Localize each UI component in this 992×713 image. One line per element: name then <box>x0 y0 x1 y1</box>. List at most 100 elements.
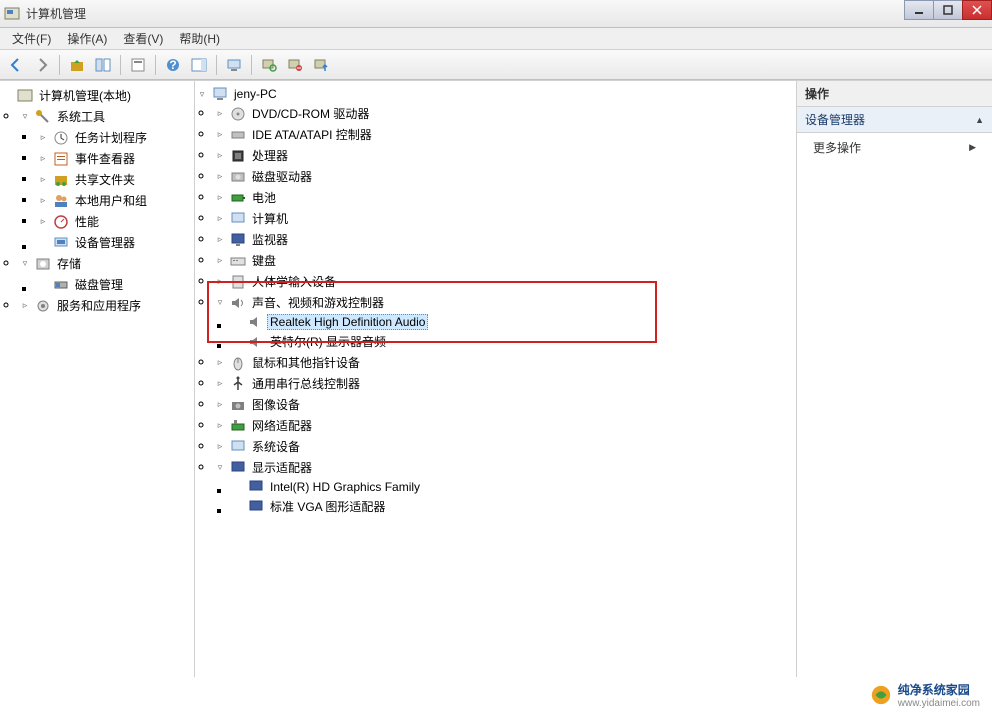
show-hide-action-button[interactable] <box>187 53 211 77</box>
scan-hardware-button[interactable] <box>257 53 281 77</box>
clock-icon <box>53 130 69 146</box>
imaging-node[interactable]: ▹图像设备 <box>213 394 796 415</box>
event-icon <box>53 151 69 167</box>
computer-icon <box>230 211 246 227</box>
services-apps-node[interactable]: ▹ 服务和应用程序 <box>18 295 194 316</box>
toolbar-separator <box>251 55 252 75</box>
services-icon <box>35 298 51 314</box>
chevron-right-icon: ▶ <box>969 142 976 153</box>
dvd-node[interactable]: ▹DVD/CD-ROM 驱动器 <box>213 103 796 124</box>
display-node[interactable]: ▿显示适配器 <box>213 457 796 478</box>
close-button[interactable] <box>962 0 992 20</box>
mouse-node[interactable]: ▹鼠标和其他指针设备 <box>213 352 796 373</box>
menubar: 文件(F) 操作(A) 查看(V) 帮助(H) <box>0 28 992 50</box>
realtek-audio-node[interactable]: Realtek High Definition Audio <box>231 313 796 331</box>
toolbar-separator <box>155 55 156 75</box>
event-viewer-node[interactable]: ▹事件查看器 <box>36 148 194 169</box>
expander-icon[interactable]: ▹ <box>213 440 227 454</box>
help-button[interactable]: ? <box>161 53 185 77</box>
expander-icon[interactable]: ▹ <box>36 173 50 187</box>
keyboard-node[interactable]: ▹ 键盘 <box>213 250 796 271</box>
update-driver-button[interactable] <box>309 53 333 77</box>
device-manager-node[interactable]: 设备管理器 <box>36 232 194 253</box>
tree-label: 声音、视频和游戏控制器 <box>249 293 387 312</box>
left-panel[interactable]: 计算机管理(本地) ▿ 系统工具 ▹任务计划程序 ▹事件查看器 ▹共享文件夹 <box>0 81 195 677</box>
tree-label: 网络适配器 <box>249 416 315 435</box>
expander-icon[interactable]: ▹ <box>213 356 227 370</box>
up-folder-button[interactable] <box>65 53 89 77</box>
computer-cat-node[interactable]: ▹计算机 <box>213 208 796 229</box>
expander-icon[interactable]: ▹ <box>36 215 50 229</box>
minimize-button[interactable] <box>904 0 934 20</box>
intel-audio-node[interactable]: 英特尔(R) 显示器音频 <box>231 331 796 352</box>
performance-node[interactable]: ▹性能 <box>36 211 194 232</box>
menu-help[interactable]: 帮助(H) <box>171 28 228 49</box>
expander-icon[interactable]: ▿ <box>18 257 32 271</box>
system-devices-node[interactable]: ▹系统设备 <box>213 436 796 457</box>
expander-icon[interactable]: ▹ <box>36 194 50 208</box>
window-title: 计算机管理 <box>26 5 86 22</box>
maximize-button[interactable] <box>933 0 963 20</box>
expander-icon[interactable]: ▹ <box>18 299 32 313</box>
expander-icon[interactable]: ▿ <box>213 461 227 475</box>
properties-button[interactable] <box>126 53 150 77</box>
forward-button[interactable] <box>30 53 54 77</box>
expander-icon[interactable]: ▹ <box>213 419 227 433</box>
uninstall-button[interactable] <box>283 53 307 77</box>
sound-node[interactable]: ▿ 声音、视频和游戏控制器 <box>213 292 796 313</box>
actions-section[interactable]: 设备管理器 ▲ <box>797 107 992 133</box>
expander-icon[interactable]: ▹ <box>213 149 227 163</box>
tree-root[interactable]: 计算机管理(本地) <box>0 85 194 106</box>
back-button[interactable] <box>4 53 28 77</box>
battery-node[interactable]: ▹电池 <box>213 187 796 208</box>
local-users-node[interactable]: ▹本地用户和组 <box>36 190 194 211</box>
cpu-icon <box>230 148 246 164</box>
show-hide-tree-button[interactable] <box>91 53 115 77</box>
tree-label: 处理器 <box>249 146 291 165</box>
users-icon <box>53 193 69 209</box>
expander-icon[interactable]: ▹ <box>213 275 227 289</box>
expander-icon[interactable]: ▹ <box>36 131 50 145</box>
menu-file[interactable]: 文件(F) <box>4 28 59 49</box>
expander-icon[interactable]: ▹ <box>213 254 227 268</box>
right-panel: 操作 设备管理器 ▲ 更多操作 ▶ <box>797 81 992 677</box>
camera-icon <box>230 397 246 413</box>
expander-icon[interactable]: ▿ <box>213 296 227 310</box>
more-actions-item[interactable]: 更多操作 ▶ <box>797 133 992 162</box>
main-area: 计算机管理(本地) ▿ 系统工具 ▹任务计划程序 ▹事件查看器 ▹共享文件夹 <box>0 80 992 677</box>
computer-root-node[interactable]: ▿ jeny-PC <box>195 85 796 103</box>
expander-icon[interactable]: ▿ <box>195 87 209 101</box>
toolbar: ? <box>0 50 992 80</box>
storage-node[interactable]: ▿ 存储 <box>18 253 194 274</box>
vga-node[interactable]: 标准 VGA 图形适配器 <box>231 496 796 517</box>
expander-icon[interactable]: ▹ <box>213 128 227 142</box>
hid-node[interactable]: ▹人体学输入设备 <box>213 271 796 292</box>
shared-folders-node[interactable]: ▹共享文件夹 <box>36 169 194 190</box>
ide-node[interactable]: ▹IDE ATA/ATAPI 控制器 <box>213 124 796 145</box>
expander-icon[interactable]: ▹ <box>213 398 227 412</box>
expander-icon[interactable]: ▹ <box>213 377 227 391</box>
monitor-node[interactable]: ▹监视器 <box>213 229 796 250</box>
expander-icon[interactable]: ▿ <box>18 110 32 124</box>
disk-drive-node[interactable]: ▹ 磁盘驱动器 <box>213 166 796 187</box>
expander-icon[interactable]: ▹ <box>36 152 50 166</box>
task-scheduler-node[interactable]: ▹任务计划程序 <box>36 127 194 148</box>
intel-hd-node[interactable]: Intel(R) HD Graphics Family <box>231 478 796 496</box>
expander-icon[interactable]: ▹ <box>213 191 227 205</box>
expander-icon[interactable]: ▹ <box>213 107 227 121</box>
tree-label: 磁盘驱动器 <box>249 167 315 186</box>
network-node[interactable]: ▹ 网络适配器 <box>213 415 796 436</box>
disk-management-node[interactable]: 磁盘管理 <box>36 274 194 295</box>
tree-label: 键盘 <box>249 251 279 270</box>
speaker-icon <box>230 295 246 311</box>
expander-icon[interactable]: ▹ <box>213 233 227 247</box>
center-panel[interactable]: ▿ jeny-PC ▹DVD/CD-ROM 驱动器 ▹IDE ATA/ATAPI… <box>195 81 797 677</box>
computer-icon-button[interactable] <box>222 53 246 77</box>
cpu-node[interactable]: ▹ 处理器 <box>213 145 796 166</box>
menu-action[interactable]: 操作(A) <box>59 28 115 49</box>
system-tools-node[interactable]: ▿ 系统工具 <box>18 106 194 127</box>
expander-icon[interactable]: ▹ <box>213 212 227 226</box>
menu-view[interactable]: 查看(V) <box>115 28 171 49</box>
expander-icon[interactable]: ▹ <box>213 170 227 184</box>
usb-node[interactable]: ▹通用串行总线控制器 <box>213 373 796 394</box>
